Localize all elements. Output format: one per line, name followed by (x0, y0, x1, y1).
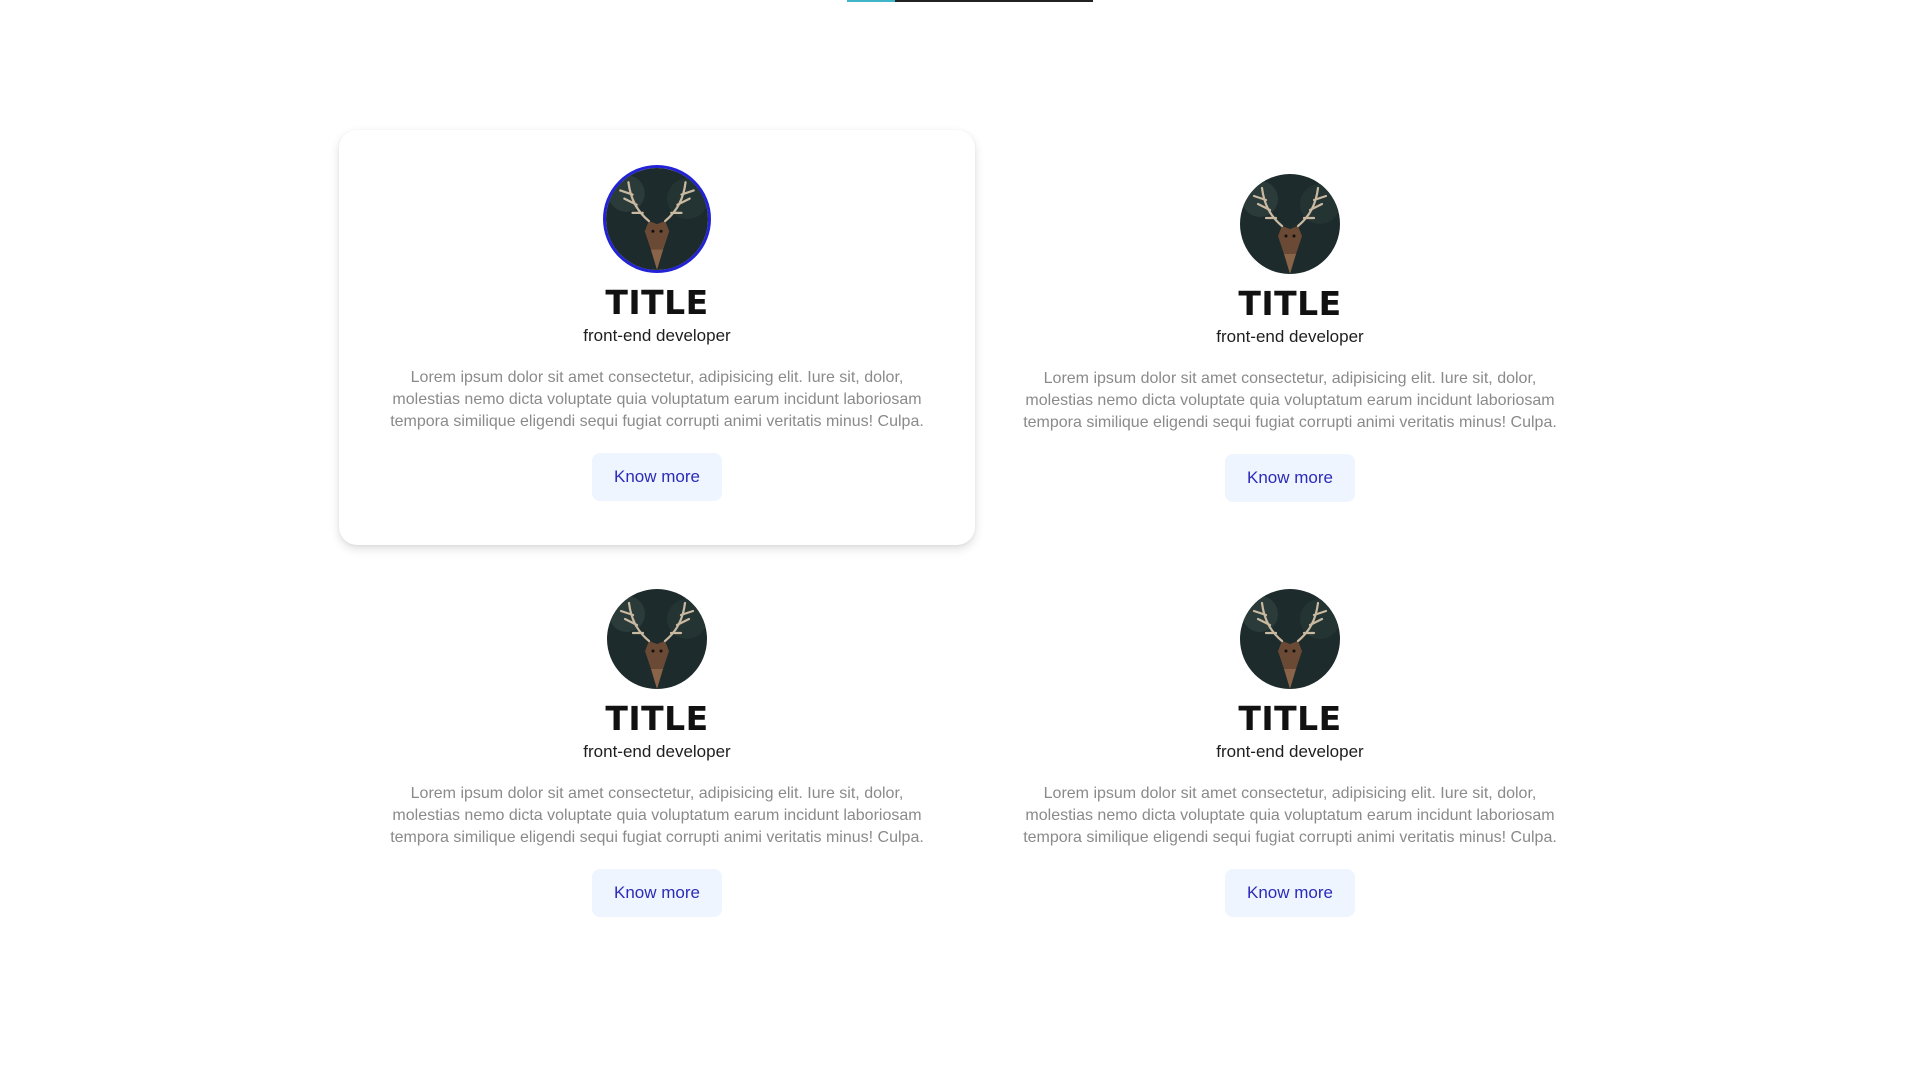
top-divider-accent (847, 0, 895, 2)
profile-card-1[interactable]: TITLE front-end developer Lorem ipsum do… (339, 130, 975, 545)
card-subtitle: front-end developer (583, 326, 731, 345)
know-more-button[interactable]: Know more (1225, 869, 1355, 917)
card-description: Lorem ipsum dolor sit amet consectetur, … (1023, 785, 1557, 846)
know-more-button[interactable]: Know more (592, 869, 722, 917)
card-title: TITLE (605, 283, 709, 322)
deer-avatar-icon (1240, 174, 1340, 274)
card-description: Lorem ipsum dolor sit amet consectetur, … (1023, 370, 1557, 431)
profile-card-grid: TITLE front-end developer Lorem ipsum do… (339, 130, 1605, 945)
deer-avatar-icon (603, 165, 711, 273)
card-description: Lorem ipsum dolor sit amet consectetur, … (390, 785, 924, 846)
profile-card-2[interactable]: TITLE front-end developer Lorem ipsum do… (975, 130, 1605, 545)
card-subtitle: front-end developer (1216, 327, 1364, 346)
card-subtitle: front-end developer (1216, 742, 1364, 761)
card-title: TITLE (1238, 699, 1342, 738)
card-subtitle: front-end developer (583, 742, 731, 761)
top-divider-line (847, 0, 1093, 2)
card-title: TITLE (1238, 284, 1342, 323)
profile-card-4[interactable]: TITLE front-end developer Lorem ipsum do… (975, 545, 1605, 945)
know-more-button[interactable]: Know more (592, 453, 722, 501)
card-title: TITLE (605, 699, 709, 738)
card-description: Lorem ipsum dolor sit amet consectetur, … (390, 369, 924, 430)
deer-avatar-icon (1240, 589, 1340, 689)
deer-avatar-icon (607, 589, 707, 689)
know-more-button[interactable]: Know more (1225, 454, 1355, 502)
profile-card-3[interactable]: TITLE front-end developer Lorem ipsum do… (339, 545, 975, 945)
